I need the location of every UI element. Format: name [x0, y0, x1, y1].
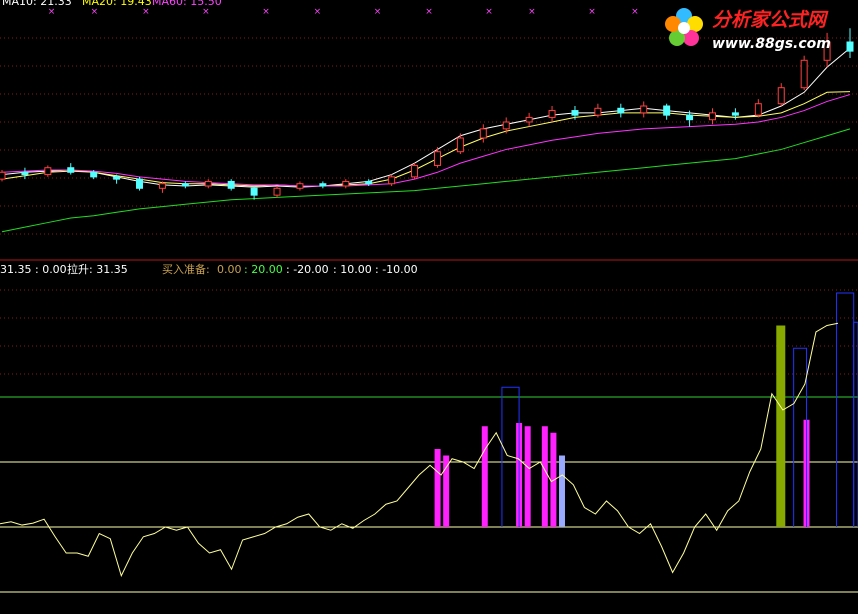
candle-body-3 — [67, 167, 75, 173]
candle-body-26 — [594, 107, 602, 116]
candle-body-22 — [502, 121, 510, 130]
cross-marker-7: × — [425, 7, 433, 17]
signal-bars — [434, 325, 810, 527]
candle-body-12 — [273, 187, 281, 196]
candlesticks — [0, 28, 854, 200]
lower-legend-v2: : 20.00 — [244, 263, 283, 276]
logo-name: 分析家公式网 — [712, 9, 829, 31]
ma-line-2 — [1, 94, 851, 187]
candle-body-4 — [90, 171, 98, 178]
lower-legend-v1: 0.00 — [217, 263, 242, 276]
signal-bar-7 — [558, 455, 565, 527]
candle-body-13 — [296, 183, 304, 189]
cross-markers: × × × × × × × × × × × × — [48, 7, 639, 17]
stock-chart: × × × × × × × × × × × × MA10: 21.33 MA20: 19.43 MA6… — [0, 0, 858, 593]
signal-bar-8 — [776, 325, 786, 527]
cross-marker-6: × — [374, 7, 382, 17]
flower-icon — [665, 8, 703, 46]
blue-box-3 — [853, 321, 858, 527]
lower-legend-v4: : 10.00 — [333, 263, 372, 276]
cross-marker-5: × — [314, 7, 322, 17]
lower-panel-grid — [0, 289, 858, 375]
moving-average-lines — [1, 47, 851, 233]
candle-body-16 — [365, 180, 373, 185]
signal-bar-2 — [481, 426, 488, 527]
signal-bar-4 — [524, 426, 531, 527]
legend-ma10: MA10: 21.33 — [2, 0, 72, 8]
candle-body-10 — [227, 180, 235, 189]
candle-body-21 — [479, 128, 487, 139]
cross-marker-2: × — [142, 7, 150, 17]
lower-legend-1: 31.35 : 0.00 — [0, 263, 67, 276]
upper-panel-grid — [0, 37, 858, 235]
candle-body-1 — [21, 171, 29, 176]
candle-body-28 — [640, 105, 648, 114]
cross-marker-9: × — [528, 7, 536, 17]
candle-body-14 — [319, 183, 327, 187]
candle-body-29 — [663, 105, 671, 116]
candle-body-37 — [846, 41, 854, 52]
candle-body-24 — [548, 110, 556, 118]
blue-box-2 — [836, 292, 855, 527]
reference-lines — [0, 396, 858, 593]
signal-bar-5 — [541, 426, 548, 527]
candle-body-20 — [456, 137, 464, 153]
candle-body-11 — [250, 187, 258, 196]
lower-legend-v3: : -20.00 — [286, 263, 329, 276]
lower-legend-v5: : -10.00 — [375, 263, 418, 276]
candle-body-17 — [388, 176, 396, 185]
osc-line — [0, 322, 839, 578]
candle-body-30 — [686, 114, 694, 121]
candle-body-35 — [800, 59, 808, 89]
candle-body-9 — [204, 180, 212, 187]
cross-marker-0: × — [48, 7, 56, 17]
lower-legend-title: 买入准备: — [162, 262, 210, 276]
candle-body-7 — [158, 183, 166, 189]
ma-line-3 — [1, 128, 851, 233]
candle-body-25 — [571, 110, 579, 116]
candle-body-33 — [754, 103, 762, 116]
cross-marker-8: × — [485, 7, 493, 17]
candle-body-5 — [113, 176, 121, 180]
candle-body-15 — [342, 180, 350, 187]
cross-marker-11: × — [631, 7, 639, 17]
ma-line-1 — [1, 91, 851, 187]
signal-bar-1 — [443, 455, 450, 527]
cross-marker-4: × — [262, 7, 270, 17]
candle-body-23 — [525, 116, 533, 123]
candle-body-2 — [44, 167, 52, 176]
legend-ma60: MA60: 15.50 — [152, 0, 222, 8]
candle-body-6 — [136, 178, 144, 189]
ma-line-0 — [1, 47, 851, 188]
candle-body-34 — [777, 87, 785, 105]
cross-marker-10: × — [588, 7, 596, 17]
candle-body-0 — [0, 171, 6, 180]
lower-legend-2: 拉升: 31.35 — [67, 262, 128, 276]
logo-url: www.88gs.com — [712, 36, 831, 52]
legend-ma20: MA20: 19.43 — [82, 0, 152, 8]
cross-marker-1: × — [91, 7, 99, 17]
candle-body-31 — [708, 112, 716, 121]
candle-body-8 — [181, 183, 189, 187]
candle-body-27 — [617, 107, 625, 114]
site-logo: 分析家公式网 www.88gs.com — [665, 8, 831, 52]
candle-body-18 — [411, 164, 419, 178]
candle-body-19 — [433, 151, 441, 166]
candle-body-32 — [731, 112, 739, 116]
cross-marker-3: × — [202, 7, 210, 17]
signal-bar-0 — [434, 449, 441, 527]
